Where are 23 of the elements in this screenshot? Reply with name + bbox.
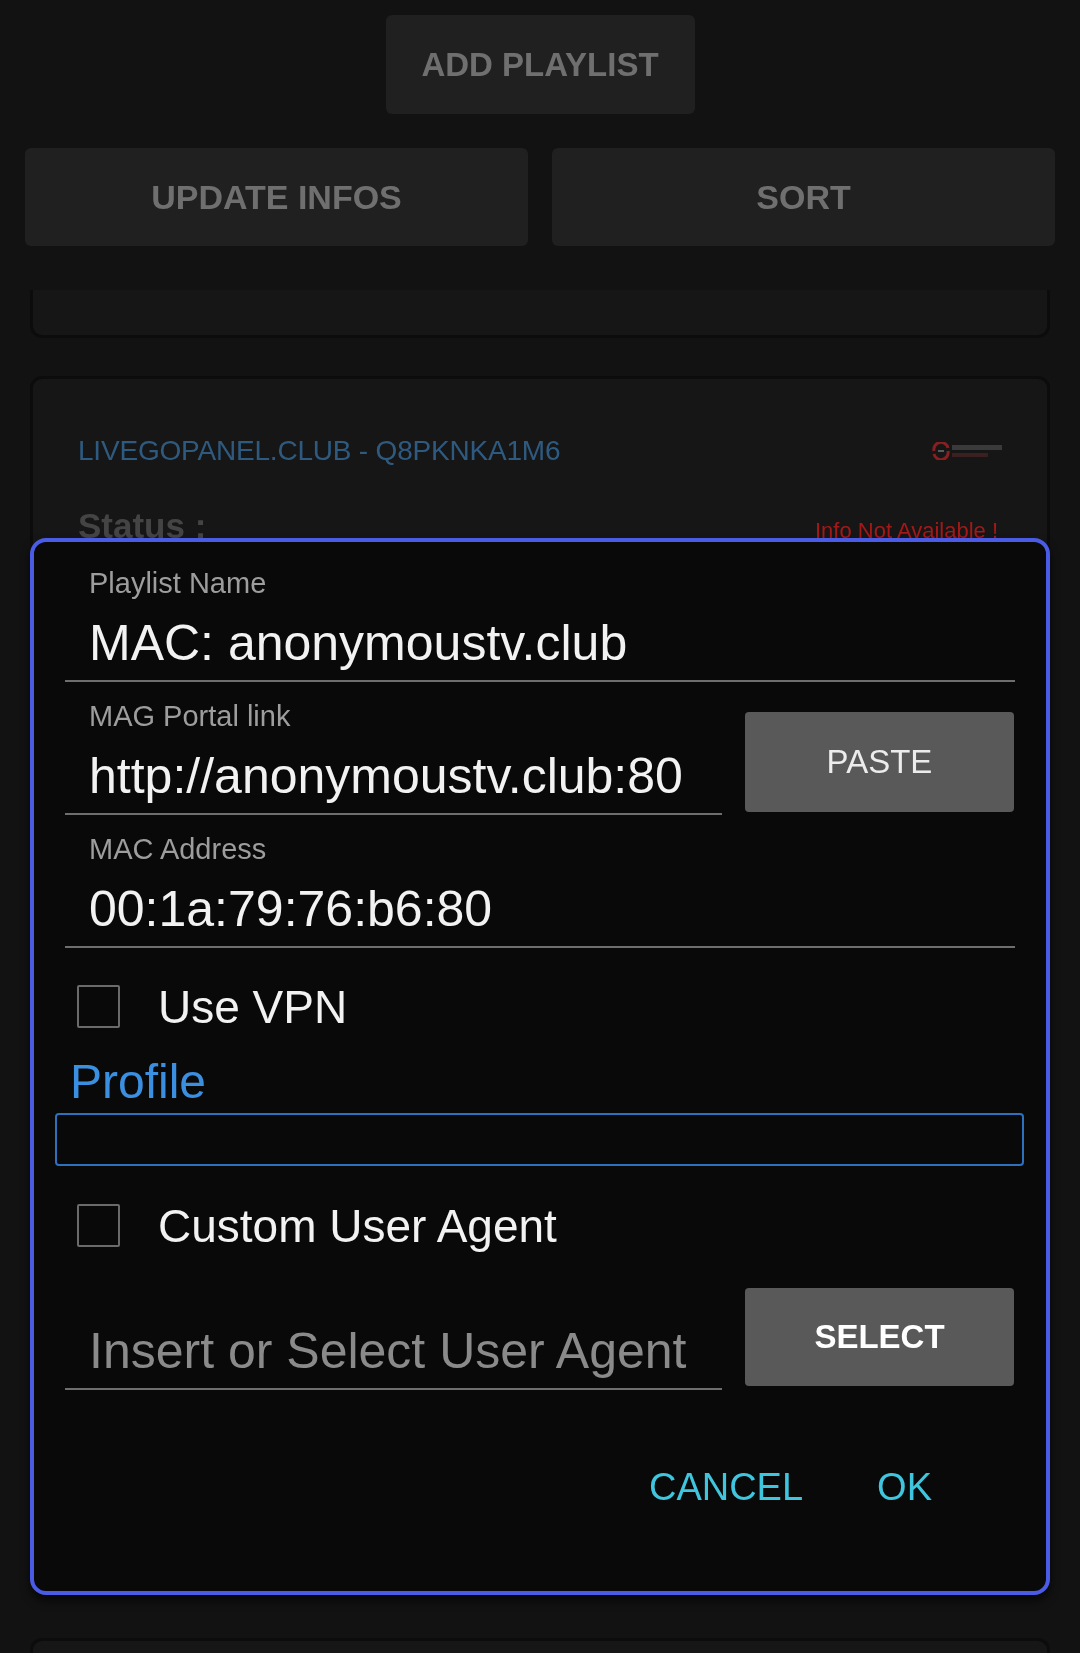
field-label: MAC Address xyxy=(89,832,267,866)
user-agent-field[interactable]: Insert or Select User Agent xyxy=(65,1322,722,1390)
profile-field[interactable] xyxy=(55,1113,1024,1166)
field-value: 00:1a:79:76:b6:80 xyxy=(89,880,493,938)
field-label: MAG Portal link xyxy=(89,699,291,733)
dialog-action-button[interactable]: OK xyxy=(867,1457,942,1517)
field-value: http://anonymoustv.club:80 xyxy=(89,747,683,805)
paste-button[interactable]: PASTE xyxy=(745,712,1014,812)
text-field[interactable]: Playlist Name MAC: anonymoustv.club xyxy=(65,566,1015,682)
checkbox[interactable] xyxy=(77,985,120,1028)
profile-label: Profile xyxy=(70,1054,207,1110)
playlist-title: LIVEGOPANEL.CLUB - Q8PKNKA1M6 xyxy=(78,435,561,467)
swirl-logo-icon xyxy=(932,442,1004,460)
field-value: MAC: anonymoustv.club xyxy=(89,614,628,672)
checkbox[interactable] xyxy=(77,1204,120,1247)
select-button[interactable]: SELECT xyxy=(745,1288,1014,1386)
info-value: Info Not Available ! xyxy=(814,518,998,544)
checkbox-label[interactable]: Custom User Agent xyxy=(158,1199,557,1252)
dialog-action-button[interactable]: CANCEL xyxy=(638,1457,814,1517)
text-field[interactable]: MAG Portal link http://anonymoustv.club:80 xyxy=(65,699,722,815)
checkbox-label[interactable]: Use VPN xyxy=(158,980,348,1033)
field-label: Playlist Name xyxy=(89,566,267,600)
text-field[interactable]: MAC Address 00:1a:79:76:b6:80 xyxy=(65,832,1015,948)
